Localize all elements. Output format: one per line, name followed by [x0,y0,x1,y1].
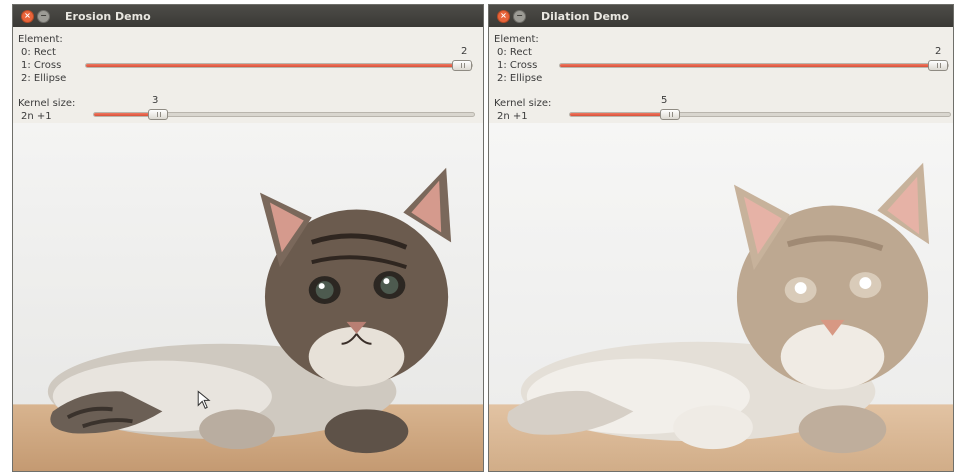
erosion-window: × − Erosion Demo Element: 0: Rect 1: Cro… [12,4,484,472]
window-title: Dilation Demo [541,9,629,23]
trackbar-panel: Element: 0: Rect 1: Cross 2: Ellipse 2 K… [13,27,483,123]
kitten-photo-eroded [13,123,483,471]
element-slider-fill [560,64,938,67]
kernel-slider-value: 5 [661,95,668,106]
kernel-formula: 2n +1 [21,111,52,122]
element-slider-fill [86,64,462,67]
close-icon[interactable]: × [21,9,34,23]
kernel-slider-value: 3 [152,95,159,106]
minimize-icon[interactable]: − [513,9,526,23]
trackbar-panel: Element: 0: Rect 1: Cross 2: Ellipse 2 K… [489,27,953,123]
element-slider-value: 2 [935,46,942,57]
kitten-photo-dilated [489,123,953,471]
element-option-cross: 1: Cross [21,60,62,71]
element-slider-thumb[interactable] [452,60,472,71]
element-label: Element: [494,34,539,45]
kernel-slider-thumb[interactable] [148,109,168,120]
element-label: Element: [18,34,63,45]
element-option-rect: 0: Rect [21,47,56,58]
dilation-window: × − Dilation Demo Element: 0: Rect 1: Cr… [488,4,954,472]
element-option-ellipse: 2: Ellipse [497,73,543,84]
close-icon[interactable]: × [497,9,510,23]
kernel-label: Kernel size: [18,98,76,109]
window-title: Erosion Demo [65,9,151,23]
element-slider[interactable] [559,60,949,71]
kernel-slider[interactable] [569,109,951,120]
element-option-rect: 0: Rect [497,47,532,58]
element-option-cross: 1: Cross [497,60,538,71]
element-slider[interactable] [85,60,473,71]
kernel-label: Kernel size: [494,98,552,109]
minimize-icon[interactable]: − [37,9,50,23]
image-view-dilated [489,123,953,471]
element-slider-value: 2 [461,46,468,57]
window-titlebar[interactable]: × − Dilation Demo [489,5,953,27]
kernel-slider[interactable] [93,109,475,120]
kernel-slider-thumb[interactable] [660,109,680,120]
kernel-slider-fill [570,113,670,116]
element-slider-thumb[interactable] [928,60,948,71]
window-titlebar[interactable]: × − Erosion Demo [13,5,483,27]
element-option-ellipse: 2: Ellipse [21,73,67,84]
image-view-eroded [13,123,483,471]
kernel-formula: 2n +1 [497,111,528,122]
